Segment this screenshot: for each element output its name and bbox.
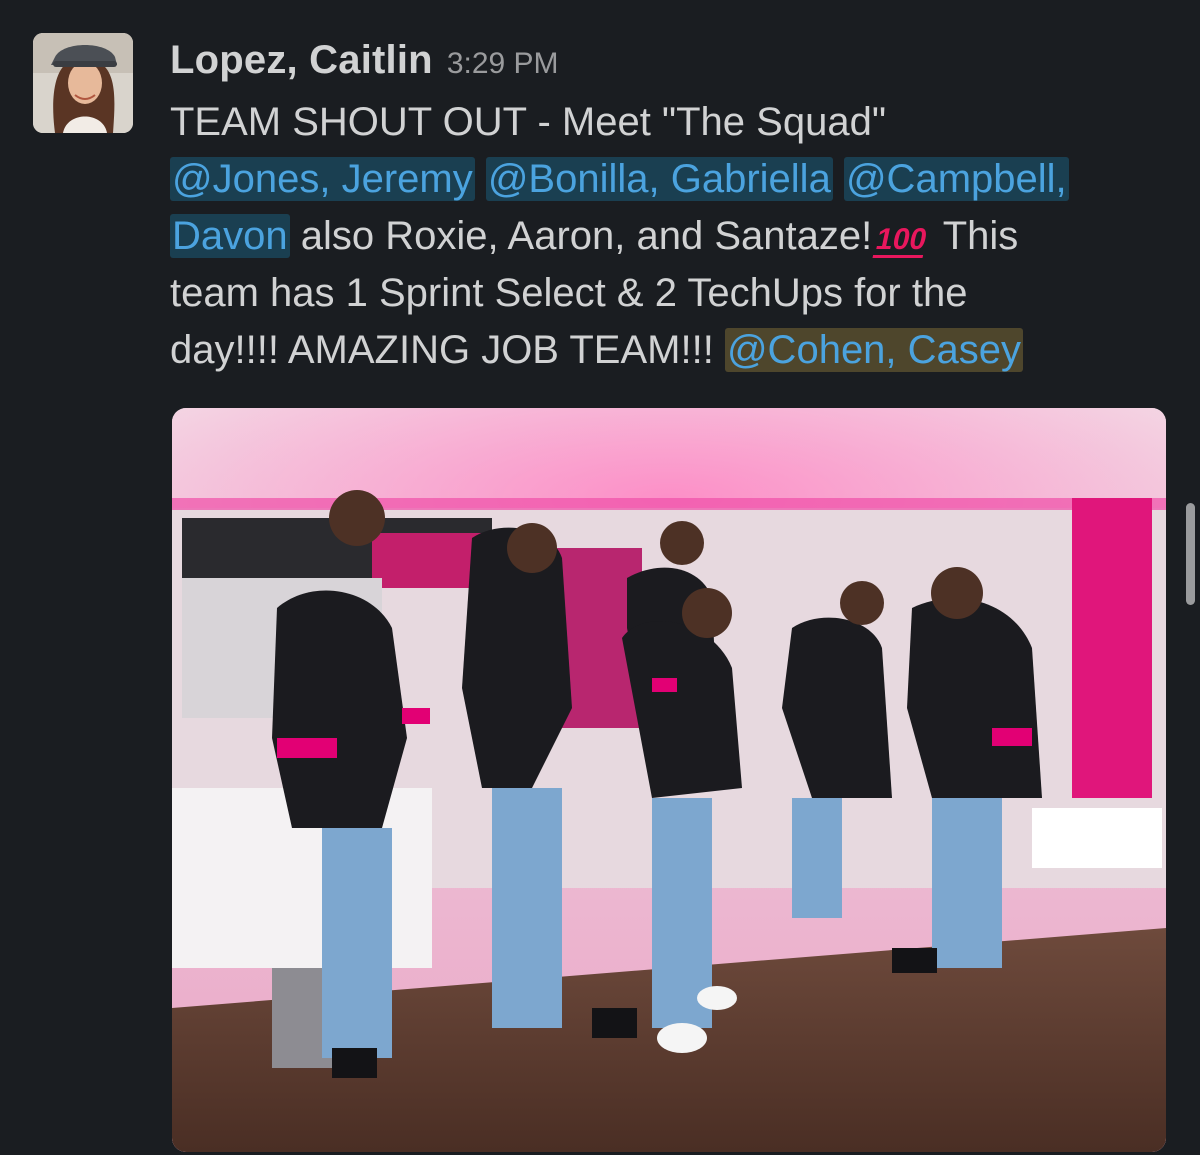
message-timestamp[interactable]: 3:29 PM <box>447 47 559 81</box>
message-line: TEAM SHOUT OUT - Meet "The Squad" <box>170 94 1160 151</box>
message-text <box>833 157 844 201</box>
message-text: also Roxie, Aaron, and Santaze! <box>289 214 873 258</box>
user-mention-link[interactable]: @Jones, Jeremy <box>170 157 475 201</box>
message-text: day!!!! AMAZING JOB TEAM!!! <box>170 328 725 372</box>
sender-avatar[interactable] <box>33 33 133 133</box>
message-line: team has 1 Sprint Select & 2 TechUps for… <box>170 265 1160 322</box>
message-text <box>475 157 486 201</box>
user-avatar-photo-icon <box>33 33 133 133</box>
scrollbar-thumb[interactable] <box>1186 503 1195 605</box>
team-photo-icon <box>172 408 1166 1152</box>
message-line: @Jones, Jeremy @Bonilla, Gabriella @Camp… <box>170 151 1160 208</box>
hundred-points-emoji-icon: 100 <box>872 223 931 258</box>
user-mention-link[interactable]: @Cohen, Casey <box>724 328 1024 372</box>
message-line: day!!!! AMAZING JOB TEAM!!! @Cohen, Case… <box>170 322 1160 379</box>
user-mention-link[interactable]: Davon <box>170 214 290 258</box>
user-mention-link[interactable]: @Campbell, <box>843 157 1069 201</box>
message-text: This <box>932 214 1019 258</box>
message-body: TEAM SHOUT OUT - Meet "The Squad" @Jones,… <box>170 94 1160 379</box>
message-text: TEAM SHOUT OUT - Meet "The Squad" <box>170 100 887 144</box>
attached-photo[interactable] <box>172 408 1166 1152</box>
user-mention-link[interactable]: @Bonilla, Gabriella <box>485 157 833 201</box>
sender-name[interactable]: Lopez, Caitlin <box>170 38 433 83</box>
message-line: Davon also Roxie, Aaron, and Santaze!100… <box>170 208 1160 265</box>
message-header: Lopez, Caitlin 3:29 PM <box>170 38 559 88</box>
message-text: team has 1 Sprint Select & 2 TechUps for… <box>170 271 968 315</box>
